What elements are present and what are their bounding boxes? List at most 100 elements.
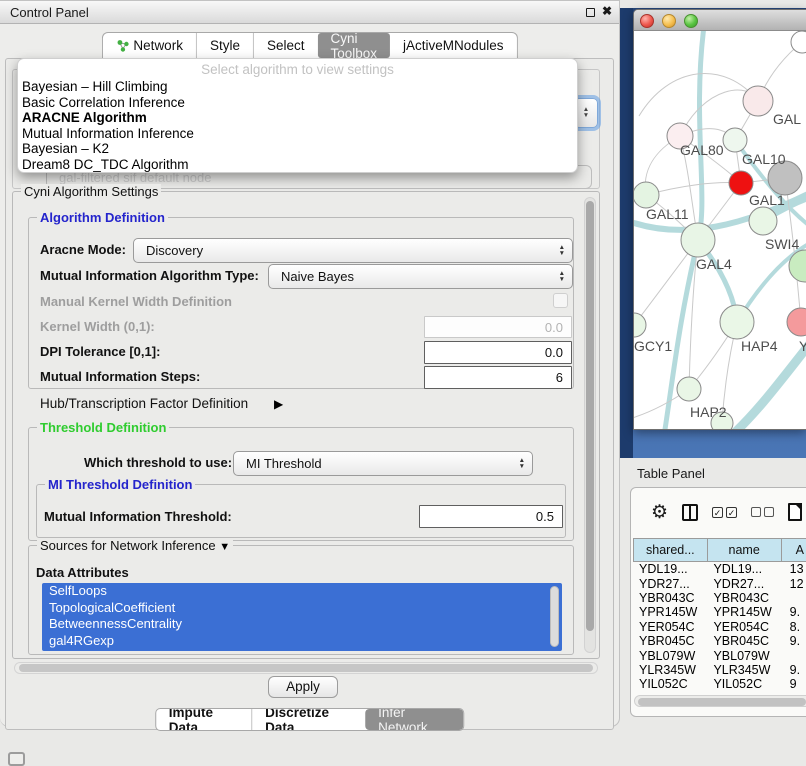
combo-stepper-icon: ▲▼ bbox=[559, 241, 565, 260]
column-header-cut[interactable]: A bbox=[781, 539, 806, 562]
node-hap4[interactable] bbox=[720, 305, 754, 339]
select-all-icon[interactable]: ✓✓ bbox=[712, 507, 737, 518]
node-label: HAP2 bbox=[690, 404, 727, 420]
node-label: GAL bbox=[773, 111, 801, 127]
popup-item-mutual-information[interactable]: Mutual Information Inference bbox=[18, 126, 577, 142]
table-row[interactable]: YER054CYER054C8. bbox=[633, 620, 806, 634]
scrollbar-thumb[interactable] bbox=[586, 201, 594, 631]
popup-item-basic-correlation[interactable]: Basic Correlation Inference bbox=[18, 95, 577, 111]
node-gal10[interactable] bbox=[723, 128, 747, 152]
popup-item-bayesian-k2[interactable]: Bayesian – K2 bbox=[18, 141, 577, 157]
mi-type-combo[interactable]: Naive Bayes ▲▼ bbox=[268, 264, 573, 289]
apply-button[interactable]: Apply bbox=[268, 676, 338, 698]
popup-item-aracne[interactable]: ARACNE Algorithm bbox=[18, 110, 577, 126]
node-table-body[interactable]: YDL19...YDL19...13 YDR27...YDR27...12 YB… bbox=[633, 562, 806, 692]
node-table-rows: YDL19...YDL19...13 YDR27...YDR27...12 YB… bbox=[633, 562, 806, 692]
table-row[interactable]: YDL19...YDL19...13 bbox=[633, 562, 806, 576]
node-gal11[interactable] bbox=[634, 182, 659, 208]
minimize-traffic-light-icon[interactable] bbox=[662, 14, 676, 28]
popup-item-bayesian-hill-climbing[interactable]: Bayesian – Hill Climbing bbox=[18, 79, 577, 95]
tab-select[interactable]: Select bbox=[253, 33, 318, 58]
node-hap2[interactable] bbox=[677, 377, 701, 401]
table-row[interactable]: YBR045CYBR045C9. bbox=[633, 634, 806, 648]
data-attributes-label: Data Attributes bbox=[36, 565, 129, 580]
dpi-tolerance-field[interactable]: 0.0 bbox=[424, 341, 572, 364]
tab-jactivemnodules[interactable]: jActiveMNodules bbox=[390, 33, 517, 58]
list-vertical-scrollbar[interactable] bbox=[550, 586, 559, 647]
network-window-titlebar[interactable] bbox=[634, 10, 806, 31]
list-item-topologicalcoefficient[interactable]: TopologicalCoefficient bbox=[42, 600, 562, 617]
table-row[interactable]: YPR145WYPR145W9. bbox=[633, 605, 806, 619]
tab-impute-data[interactable]: Impute Data bbox=[156, 709, 251, 730]
float-window-icon[interactable] bbox=[586, 8, 595, 17]
list-item-selfloops[interactable]: SelfLoops bbox=[42, 583, 562, 600]
node-label: GAL10 bbox=[742, 151, 786, 167]
table-row[interactable]: YBR043CYBR043C bbox=[633, 591, 806, 605]
hub-expand-arrow-icon[interactable]: ▶ bbox=[274, 397, 283, 411]
network-edges-gray bbox=[634, 42, 802, 423]
network-view-window[interactable]: GAL GAL80 GAL10 GAL1 GAL11 SWI4 GAL4 GCY… bbox=[633, 9, 806, 430]
aracne-mode-label: Aracne Mode: bbox=[40, 242, 126, 257]
sources-group-title: Sources for Network Inference ▼ bbox=[37, 538, 233, 553]
create-column-icon[interactable] bbox=[788, 503, 802, 521]
settings-horizontal-scrollbar[interactable] bbox=[14, 662, 598, 674]
node-label: GAL80 bbox=[680, 142, 724, 158]
node-y-salmon[interactable] bbox=[787, 308, 806, 336]
aracne-mode-combo[interactable]: Discovery ▲▼ bbox=[133, 238, 573, 263]
hub-definition-label[interactable]: Hub/Transcription Factor Definition bbox=[40, 396, 248, 411]
table-row[interactable]: YDR27...YDR27...12 bbox=[633, 576, 806, 590]
scrollbar-thumb[interactable] bbox=[638, 698, 806, 706]
node-label: SWI4 bbox=[765, 236, 799, 252]
table-row[interactable]: YLR345WYLR345W9. bbox=[633, 663, 806, 677]
tab-infer-network[interactable]: Infer Network bbox=[365, 709, 463, 730]
scrollbar-thumb[interactable] bbox=[19, 664, 593, 672]
node-gal-pink[interactable] bbox=[743, 86, 773, 116]
list-item-gal4rgexp[interactable]: gal4RGexp bbox=[42, 633, 562, 650]
mi-threshold-group-title: MI Threshold Definition bbox=[45, 477, 195, 492]
table-panel-region: Table Panel ⚙ ✓✓ shared... name A Y bbox=[620, 458, 806, 762]
tab-cyni-toolbox[interactable]: Cyni Toolbox bbox=[317, 33, 390, 58]
control-panel-title: Control Panel bbox=[10, 5, 89, 20]
mi-type-label: Mutual Information Algorithm Type: bbox=[40, 268, 259, 283]
close-window-icon[interactable]: ✖ bbox=[602, 4, 612, 18]
data-attributes-list[interactable]: SelfLoops TopologicalCoefficient Between… bbox=[42, 583, 562, 651]
popup-prompt: Select algorithm to view settings bbox=[18, 59, 577, 79]
node-label: HAP4 bbox=[741, 338, 778, 354]
sources-collapse-arrow-icon[interactable]: ▼ bbox=[219, 541, 230, 553]
manual-kernel-checkbox[interactable] bbox=[553, 293, 568, 308]
docked-panel-icon[interactable] bbox=[8, 752, 25, 766]
tab-network-label: Network bbox=[133, 38, 183, 53]
network-canvas[interactable]: GAL GAL80 GAL10 GAL1 GAL11 SWI4 GAL4 GCY… bbox=[634, 31, 806, 430]
node-gal4[interactable] bbox=[681, 223, 715, 257]
settings-gear-icon[interactable]: ⚙ bbox=[651, 503, 668, 522]
node-label: GAL11 bbox=[646, 206, 689, 222]
table-row[interactable]: YIL052CYIL052C9 bbox=[633, 677, 806, 691]
column-view-icon[interactable] bbox=[682, 504, 698, 521]
node-label: GAL1 bbox=[749, 192, 785, 208]
zoom-traffic-light-icon[interactable] bbox=[684, 14, 698, 28]
network-tab-icon bbox=[115, 39, 128, 52]
algorithm-dropdown-popup: Select algorithm to view settings Bayesi… bbox=[17, 58, 578, 173]
deselect-all-icon[interactable] bbox=[751, 507, 774, 517]
table-toolbar: ⚙ ✓✓ bbox=[631, 488, 806, 536]
tab-network[interactable]: Network bbox=[102, 33, 196, 58]
mi-steps-field[interactable]: 6 bbox=[424, 366, 572, 389]
close-traffic-light-icon[interactable] bbox=[640, 14, 654, 28]
column-header-name[interactable]: name bbox=[707, 539, 781, 562]
column-header-shared-name[interactable]: shared... bbox=[634, 539, 708, 562]
node-table-header: shared... name A bbox=[633, 538, 806, 562]
table-horizontal-scrollbar[interactable] bbox=[634, 695, 806, 707]
combo-stepper-icon: ▲▼ bbox=[519, 454, 525, 473]
node-swi4[interactable] bbox=[749, 207, 777, 235]
which-threshold-combo[interactable]: MI Threshold ▲▼ bbox=[233, 451, 533, 476]
popup-item-dream8[interactable]: Dream8 DC_TDC Algorithm bbox=[18, 157, 577, 173]
list-item-betweennesscentrality[interactable]: BetweennessCentrality bbox=[42, 616, 562, 633]
node-gcy1[interactable] bbox=[634, 313, 646, 337]
tab-style[interactable]: Style bbox=[196, 33, 253, 58]
table-row[interactable]: YBL079WYBL079W bbox=[633, 648, 806, 662]
manual-kernel-label: Manual Kernel Width Definition bbox=[40, 294, 232, 309]
control-panel-window: Control Panel ✖ Network Style Select Cyn… bbox=[0, 0, 620, 727]
mi-threshold-field[interactable]: 0.5 bbox=[419, 505, 563, 528]
settings-vertical-scrollbar[interactable] bbox=[584, 197, 596, 653]
tab-discretize-data[interactable]: Discretize Data bbox=[251, 709, 365, 730]
